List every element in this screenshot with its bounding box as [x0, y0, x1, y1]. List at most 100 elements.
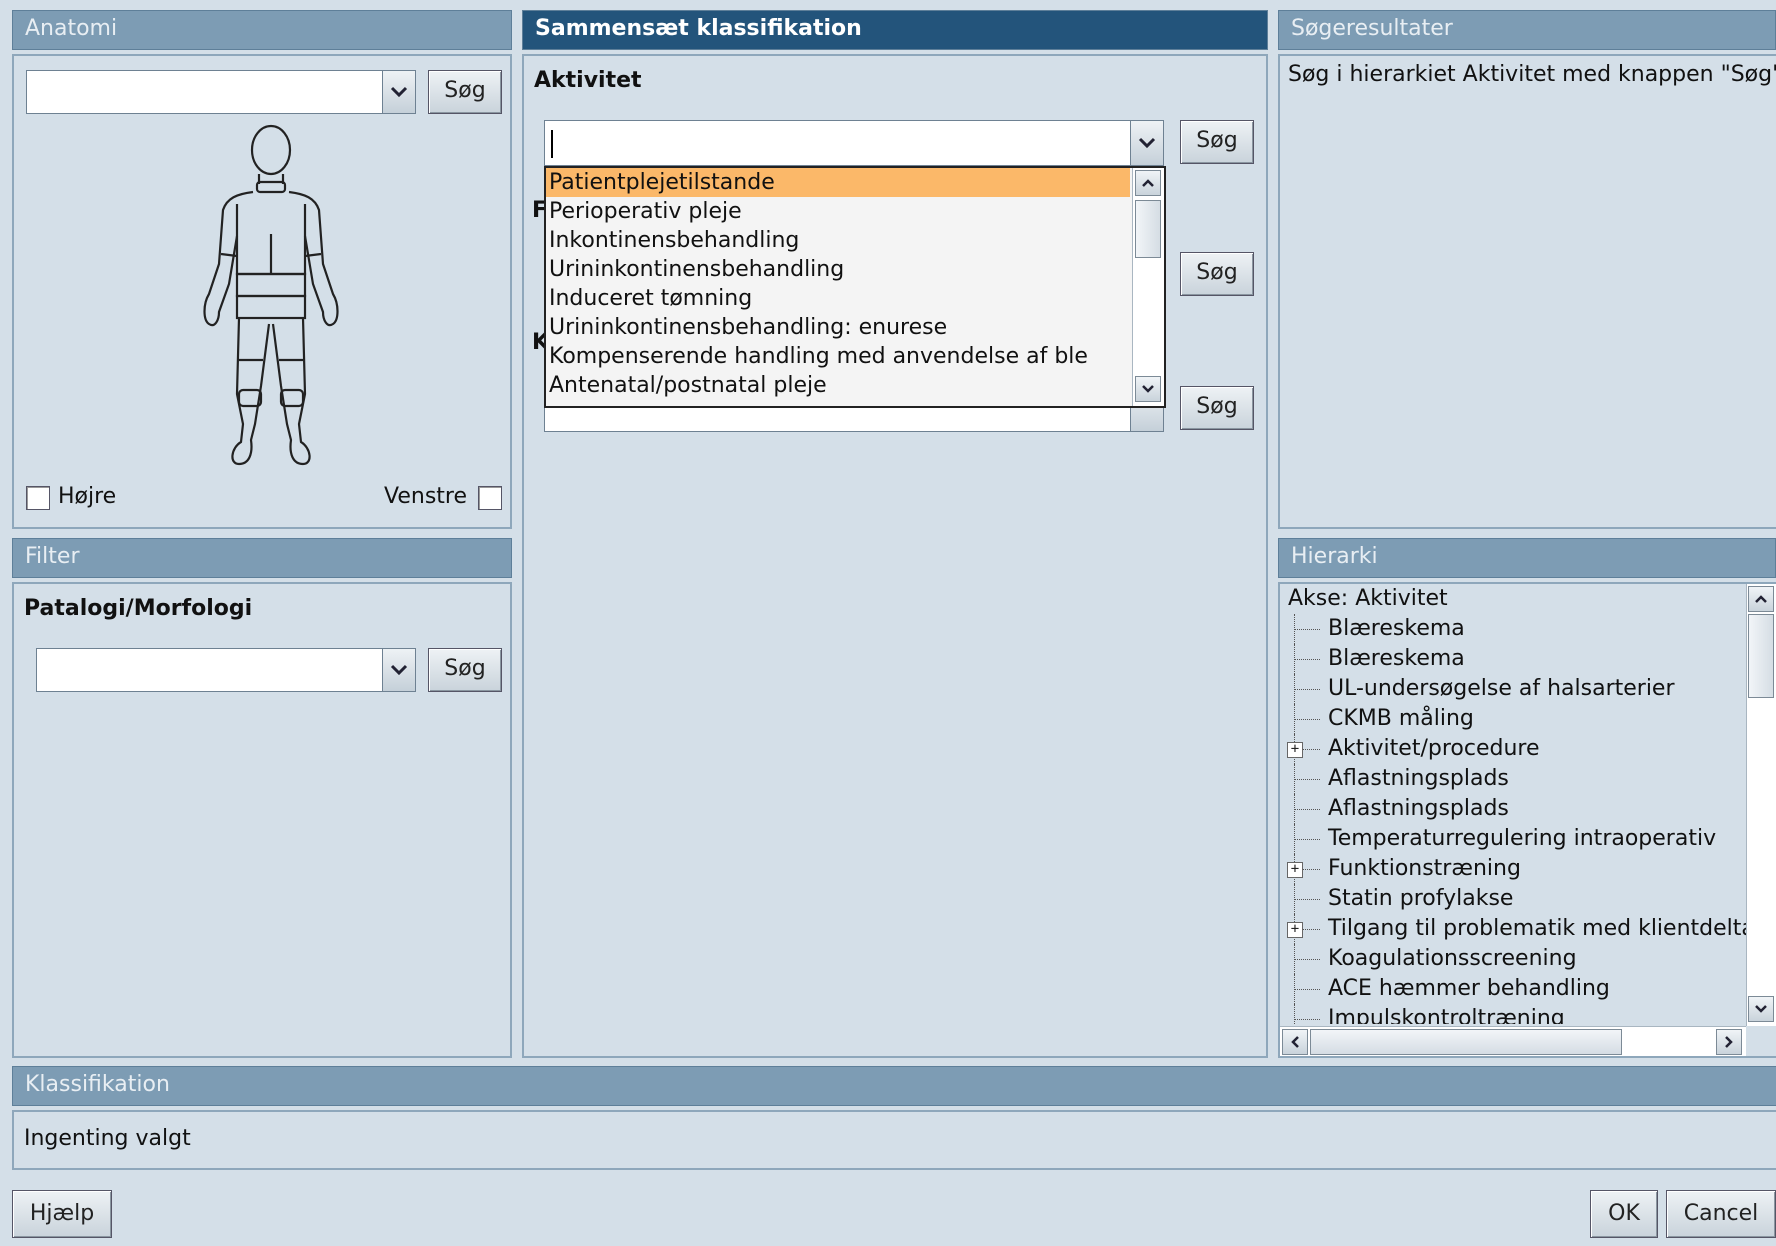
results-header-title: Søgeresultater — [1291, 16, 1453, 41]
tree-item[interactable]: Temperaturregulering intraoperativ — [1280, 824, 1746, 854]
tree-item-label: ACE hæmmer behandling — [1328, 976, 1610, 1001]
tree-item-label: Tilgang til problematik med klientdelta — [1328, 916, 1746, 941]
tree-item-label: Temperaturregulering intraoperativ — [1328, 826, 1717, 851]
left-side-label: Venstre — [384, 484, 468, 509]
right-side-checkbox[interactable] — [26, 486, 50, 510]
anatomi-search-button[interactable]: Søg — [428, 70, 502, 114]
tree-item-label: Aktivitet/procedure — [1328, 736, 1540, 761]
tree-item-label: UL-undersøgelse af halsarterier — [1328, 676, 1675, 701]
scroll-right-icon[interactable] — [1716, 1029, 1742, 1055]
right-side-label: Højre — [58, 484, 117, 509]
tree-connector — [1294, 689, 1320, 691]
dropdown-item[interactable]: Urininkontinensbehandling: enurese — [546, 313, 1130, 342]
expand-plus-icon[interactable]: + — [1287, 862, 1303, 878]
tree-item[interactable]: Aflastningsplads — [1280, 764, 1746, 794]
scroll-up-icon[interactable] — [1135, 170, 1161, 196]
expand-plus-icon[interactable]: + — [1287, 742, 1303, 758]
body-figure-icon[interactable] — [179, 124, 349, 476]
tree-item-label: Blæreskema — [1328, 616, 1465, 641]
filter-header: Filter — [12, 538, 512, 578]
tree-connector — [1294, 659, 1320, 661]
dropdown-scrollbar[interactable] — [1132, 168, 1164, 406]
tree-item[interactable]: Statin profylakse — [1280, 884, 1746, 914]
tree-connector — [1294, 959, 1320, 961]
tree-connector — [1294, 719, 1320, 721]
tree-item[interactable]: + Tilgang til problematik med klientdelta — [1280, 914, 1746, 944]
dropdown-item[interactable]: Urininkontinensbehandling — [546, 255, 1130, 284]
tree-item[interactable]: UL-undersøgelse af halsarterier — [1280, 674, 1746, 704]
tree-item[interactable]: Aflastningsplads — [1280, 794, 1746, 824]
classification-panel: Ingenting valgt — [12, 1110, 1776, 1170]
tree-item-label: Koagulationsscreening — [1328, 946, 1577, 971]
tree-item[interactable]: ACE hæmmer behandling — [1280, 974, 1746, 1004]
scroll-thumb[interactable] — [1748, 614, 1774, 698]
dropdown-item[interactable]: Kompenserende handling med anvendelse af… — [546, 342, 1130, 371]
dropdown-item[interactable]: Induceret tømning — [546, 284, 1130, 313]
morfologi-combo[interactable] — [36, 648, 416, 692]
chevron-down-icon[interactable] — [382, 649, 415, 691]
aktivitet-label: Aktivitet — [534, 68, 642, 93]
tree-item[interactable]: Impulskontroltræning — [1280, 1004, 1746, 1024]
results-header: Søgeresultater — [1278, 10, 1776, 50]
text-cursor — [551, 130, 553, 158]
tree-item[interactable]: Blæreskema — [1280, 644, 1746, 674]
scroll-thumb[interactable] — [1135, 200, 1161, 258]
tree-item-label: Funktionstræning — [1328, 856, 1521, 881]
left-side-checkbox[interactable] — [478, 486, 502, 510]
dropdown-item[interactable]: Inkontinensbehandling — [546, 226, 1130, 255]
anatomi-combo[interactable] — [26, 70, 416, 114]
tree-connector — [1294, 989, 1320, 991]
hierarchy-h-scrollbar[interactable] — [1280, 1026, 1746, 1056]
dropdown-item[interactable]: Antenatal/postnatal pleje — [546, 371, 1130, 400]
chevron-down-icon[interactable] — [1130, 121, 1163, 165]
third-search-button[interactable]: Søg — [1180, 386, 1254, 430]
tree-item-label: Impulskontroltræning — [1328, 1006, 1565, 1024]
tree-item[interactable]: CKMB måling — [1280, 704, 1746, 734]
hierarchy-header: Hierarki — [1278, 538, 1776, 578]
results-message: Søg i hierarkiet Aktivitet med knappen "… — [1288, 62, 1776, 87]
tree-item[interactable]: Blæreskema — [1280, 614, 1746, 644]
tree-item-label: Aflastningsplads — [1328, 796, 1509, 821]
tree-connector — [1294, 1019, 1320, 1021]
aktivitet-combo[interactable] — [544, 120, 1164, 166]
compose-panel: Aktivitet Søg F Søg K Søg Patientplejeti… — [522, 54, 1268, 1058]
expand-plus-icon[interactable]: + — [1287, 922, 1303, 938]
aktivitet-dropdown-list[interactable]: Patientplejetilstande Perioperativ pleje… — [544, 166, 1166, 408]
hierarchy-v-scrollbar[interactable] — [1746, 584, 1776, 1026]
anatomi-header-title: Anatomi — [25, 16, 118, 41]
second-search-button[interactable]: Søg — [1180, 252, 1254, 296]
tree-item-label: Blæreskema — [1328, 646, 1465, 671]
hierarchy-panel: Akse: Aktivitet Blæreskema Blæreskema UL-u… — [1278, 582, 1776, 1058]
aktivitet-search-button[interactable]: Søg — [1180, 120, 1254, 164]
scroll-thumb[interactable] — [1310, 1029, 1622, 1055]
tree-connector — [1294, 839, 1320, 841]
compose-header: Sammensæt klassifikation — [522, 10, 1268, 50]
tree-connector — [1294, 779, 1320, 781]
tree-item[interactable]: Koagulationsscreening — [1280, 944, 1746, 974]
anatomi-panel: Søg Højre Venstre — [12, 54, 512, 529]
tree-item[interactable]: + Aktivitet/procedure — [1280, 734, 1746, 764]
scroll-left-icon[interactable] — [1282, 1029, 1308, 1055]
dropdown-item[interactable]: Patientplejetilstande — [546, 168, 1130, 197]
scroll-up-icon[interactable] — [1748, 586, 1774, 612]
dropdown-items: Patientplejetilstande Perioperativ pleje… — [546, 168, 1130, 400]
morfologi-search-button[interactable]: Søg — [428, 648, 502, 692]
tree-item[interactable]: + Funktionstræning — [1280, 854, 1746, 884]
filter-header-title: Filter — [25, 544, 80, 569]
cancel-button[interactable]: Cancel — [1666, 1190, 1776, 1238]
scroll-down-icon[interactable] — [1135, 376, 1161, 402]
ok-button[interactable]: OK — [1590, 1190, 1658, 1238]
filter-panel: Patalogi/Morfologi Søg — [12, 582, 512, 1058]
help-button[interactable]: Hjælp — [12, 1190, 112, 1238]
hierarchy-tree[interactable]: Akse: Aktivitet Blæreskema Blæreskema UL-u… — [1280, 584, 1746, 1024]
tree-connector — [1294, 629, 1320, 631]
chevron-down-icon[interactable] — [382, 71, 415, 113]
dropdown-item[interactable]: Perioperativ pleje — [546, 197, 1130, 226]
compose-header-title: Sammensæt klassifikation — [535, 16, 862, 41]
scroll-down-icon[interactable] — [1748, 996, 1774, 1022]
hierarchy-header-title: Hierarki — [1291, 544, 1378, 569]
anatomi-header: Anatomi — [12, 10, 512, 50]
tree-connector — [1294, 809, 1320, 811]
classification-header: Klassifikation — [12, 1066, 1776, 1106]
tree-root[interactable]: Akse: Aktivitet — [1280, 584, 1746, 614]
